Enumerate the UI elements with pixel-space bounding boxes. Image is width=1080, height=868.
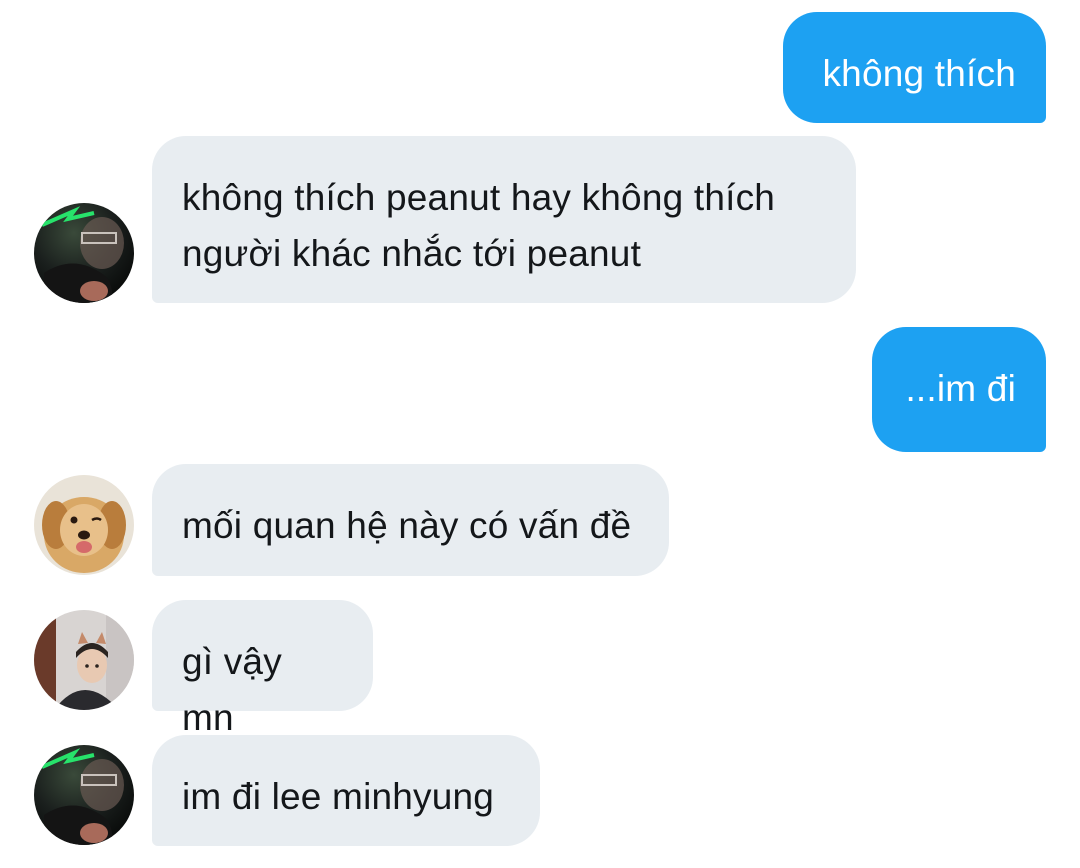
sent-message-bubble[interactable]: không thích bbox=[783, 12, 1046, 123]
user-avatar-icon[interactable] bbox=[34, 745, 134, 845]
received-message-bubble[interactable]: mối quan hệ này có vấn đề bbox=[152, 464, 669, 576]
sent-message-bubble[interactable]: ...im đi bbox=[872, 327, 1046, 452]
message-text-line: không thích peanut hay không thích bbox=[182, 177, 776, 218]
message-text: ...im đi bbox=[905, 368, 1016, 409]
received-message-bubble[interactable]: không thích peanut hay không thích người… bbox=[152, 136, 856, 303]
chat-thread: không thích không thích peanut hay không… bbox=[0, 0, 1080, 868]
message-text: gì vậy mn bbox=[182, 641, 282, 738]
message-text-line: người khác nhắc tới peanut bbox=[182, 233, 642, 274]
received-message-bubble[interactable]: im đi lee minhyung bbox=[152, 735, 540, 846]
user-avatar-icon[interactable] bbox=[34, 203, 134, 303]
user-avatar-icon[interactable] bbox=[34, 475, 134, 575]
user-avatar-icon[interactable] bbox=[34, 610, 134, 710]
message-text: im đi lee minhyung bbox=[182, 776, 495, 817]
message-text: mối quan hệ này có vấn đề bbox=[182, 505, 632, 546]
message-text: không thích bbox=[822, 53, 1016, 94]
received-message-bubble[interactable]: gì vậy mn bbox=[152, 600, 373, 738]
